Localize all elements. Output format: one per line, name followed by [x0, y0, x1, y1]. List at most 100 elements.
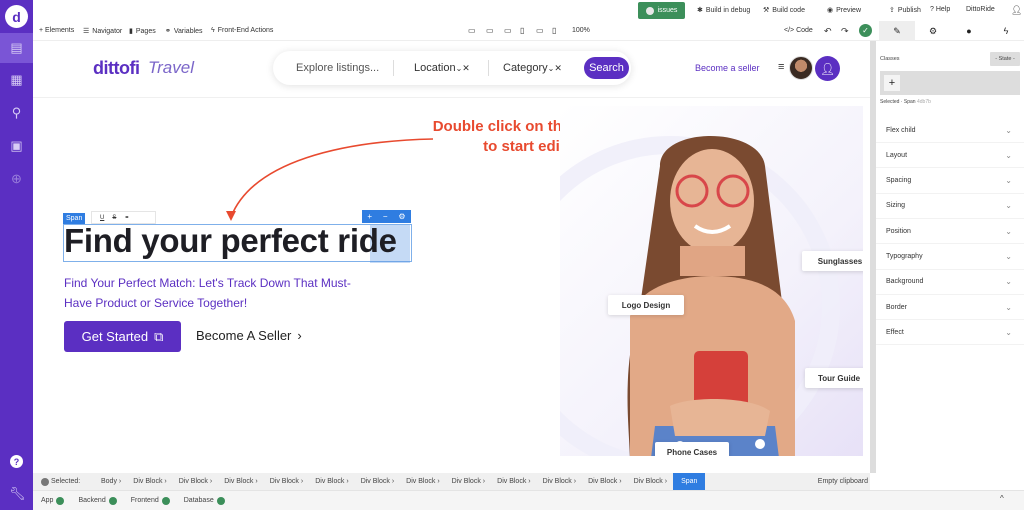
- issues-button[interactable]: issues: [638, 2, 685, 19]
- navigator-button[interactable]: ☰ Navigator: [83, 27, 122, 36]
- chevron-up-icon[interactable]: ^: [1000, 494, 1004, 503]
- breadcrumb-item[interactable]: Div Block ›: [628, 478, 673, 485]
- redo-icon[interactable]: ↷: [841, 26, 849, 37]
- grid-icon[interactable]: ▦: [0, 65, 33, 95]
- design-canvas[interactable]: dittofi Travel Explore listings... Locat…: [33, 41, 870, 473]
- become-seller-button[interactable]: Become A Seller ›: [196, 328, 302, 343]
- chevron-down-icon: ⌄: [1005, 176, 1012, 186]
- breadcrumb-item[interactable]: Div Block ›: [446, 478, 491, 485]
- publish-button[interactable]: ⇪ Publish: [889, 6, 921, 15]
- layout-icon[interactable]: ▤: [0, 33, 33, 63]
- status-frontend[interactable]: Frontend: [131, 496, 170, 505]
- preview-label: Preview: [836, 6, 862, 14]
- add-icon[interactable]: +: [367, 212, 372, 221]
- mobile-icon[interactable]: ▯: [552, 26, 556, 35]
- empty-clipboard-button[interactable]: Empty clipboard: [818, 478, 868, 485]
- breadcrumb-item[interactable]: Body ›: [95, 478, 127, 485]
- gear-icon[interactable]: ⚙: [398, 212, 405, 221]
- code-button[interactable]: </> Code: [784, 27, 813, 34]
- breadcrumb-item[interactable]: Div Block ›: [173, 478, 218, 485]
- undo-icon[interactable]: ↶: [824, 26, 832, 37]
- database-icon[interactable]: ▣: [0, 131, 33, 161]
- search-button[interactable]: Search: [584, 57, 629, 79]
- desktop-icon[interactable]: ▭: [486, 26, 494, 35]
- user-icon[interactable]: 👤︎: [1011, 5, 1022, 16]
- help-button[interactable]: ? Help: [930, 6, 950, 13]
- breadcrumb-item[interactable]: Div Block ›: [355, 478, 400, 485]
- chevron-down-icon: ⌄: [1005, 327, 1012, 337]
- variables-button[interactable]: ⚭ Variables: [165, 27, 203, 36]
- section-layout[interactable]: Layout ⌄: [876, 143, 1024, 169]
- status-backend[interactable]: Backend: [78, 496, 117, 505]
- globe-icon[interactable]: ⊕: [0, 164, 33, 194]
- breadcrumb-item[interactable]: Span: [673, 473, 706, 490]
- laptop-icon[interactable]: ▭: [504, 26, 512, 35]
- section-sizing[interactable]: Sizing ⌄: [876, 194, 1024, 219]
- selected-element-label: Selected · Span 4db7b: [880, 99, 931, 105]
- state-select[interactable]: - State -: [990, 52, 1020, 66]
- preview-button[interactable]: ◉ Preview: [827, 6, 862, 15]
- elements-button[interactable]: + Elements: [39, 27, 74, 34]
- breadcrumb-item[interactable]: Div Block ›: [537, 478, 582, 485]
- project-name[interactable]: DittoRide: [966, 6, 995, 13]
- tablet-icon[interactable]: ▯: [520, 26, 524, 35]
- search-input[interactable]: Explore listings...: [296, 62, 379, 74]
- app-logo[interactable]: d: [5, 5, 28, 28]
- help-icon[interactable]: ?: [10, 455, 23, 468]
- location-select[interactable]: Location⌄✕: [414, 62, 470, 74]
- chevron-right-icon: ›: [346, 478, 349, 485]
- class-input[interactable]: +: [880, 71, 1020, 95]
- breadcrumb-item[interactable]: Div Block ›: [400, 478, 445, 485]
- plug-icon[interactable]: ⚲: [0, 98, 33, 128]
- become-seller-link[interactable]: Become a seller: [695, 63, 760, 73]
- section-position[interactable]: Position ⌄: [876, 219, 1024, 245]
- chevron-down-icon: ⌄: [1005, 201, 1012, 211]
- minus-icon[interactable]: −: [383, 212, 388, 221]
- section-effect[interactable]: Effect ⌄: [876, 320, 1024, 346]
- strikethrough-button[interactable]: S: [112, 215, 116, 221]
- user-avatar-icon[interactable]: 👤︎: [815, 56, 840, 81]
- breadcrumb-spacer: [870, 473, 1024, 490]
- status-app[interactable]: App: [41, 496, 65, 505]
- clear-icon[interactable]: ✕: [462, 63, 470, 73]
- desktop-large-icon[interactable]: ▭: [468, 26, 476, 35]
- link-icon[interactable]: ⚭: [124, 214, 129, 221]
- hero-title[interactable]: Find your perfect ride: [64, 222, 397, 260]
- breadcrumb-item[interactable]: Div Block ›: [309, 478, 354, 485]
- settings-tab-gear-icon[interactable]: ⚙: [915, 21, 951, 41]
- breadcrumb-item[interactable]: Div Block ›: [491, 478, 536, 485]
- section-border[interactable]: Border ⌄: [876, 295, 1024, 321]
- site-logo[interactable]: dittofi: [93, 58, 140, 79]
- build-debug-button[interactable]: ✱ Build in debug: [697, 6, 750, 15]
- frontend-actions-button[interactable]: ϟ Front-End Actions: [211, 27, 273, 34]
- avatar[interactable]: [789, 56, 813, 80]
- wrench-icon[interactable]: 🔧︎: [9, 486, 26, 502]
- category-label: Category: [503, 62, 548, 74]
- section-typography[interactable]: Typography ⌄: [876, 245, 1024, 270]
- breadcrumb-item[interactable]: Div Block ›: [264, 478, 309, 485]
- breadcrumb-item[interactable]: Div Block ›: [127, 478, 172, 485]
- add-class-button[interactable]: +: [884, 75, 900, 91]
- get-started-button[interactable]: Get Started ⧉: [64, 321, 181, 352]
- breadcrumb-item[interactable]: Div Block ›: [582, 478, 627, 485]
- section-spacing[interactable]: Spacing ⌄: [876, 169, 1024, 194]
- drop-tab-icon[interactable]: ●: [951, 21, 987, 41]
- status-database[interactable]: Database: [184, 496, 225, 505]
- menu-icon[interactable]: ≡: [778, 61, 784, 73]
- zoom-level[interactable]: 100%: [572, 27, 590, 34]
- breadcrumb-item[interactable]: Div Block ›: [218, 478, 263, 485]
- pages-button[interactable]: ▮ Pages: [129, 27, 156, 36]
- chevron-down-icon: ⌄: [1005, 226, 1012, 236]
- category-select[interactable]: Category⌄✕: [503, 62, 562, 74]
- underline-button[interactable]: U: [100, 215, 104, 221]
- section-flex-child[interactable]: Flex child ⌄: [876, 118, 1024, 143]
- section-background[interactable]: Background ⌄: [876, 270, 1024, 295]
- bolt-tab-icon[interactable]: ϟ: [988, 21, 1024, 41]
- breadcrumb-label: Div Block: [360, 478, 390, 485]
- hero-subtitle[interactable]: Find Your Perfect Match: Let's Track Dow…: [64, 273, 364, 313]
- build-code-button[interactable]: ⚒ Build code: [763, 6, 805, 15]
- tablet-landscape-icon[interactable]: ▭: [536, 26, 544, 35]
- clear-icon[interactable]: ✕: [554, 63, 562, 73]
- style-tab-brush-icon[interactable]: ✎: [879, 21, 915, 41]
- tag-sunglasses: Sunglasses: [802, 251, 863, 271]
